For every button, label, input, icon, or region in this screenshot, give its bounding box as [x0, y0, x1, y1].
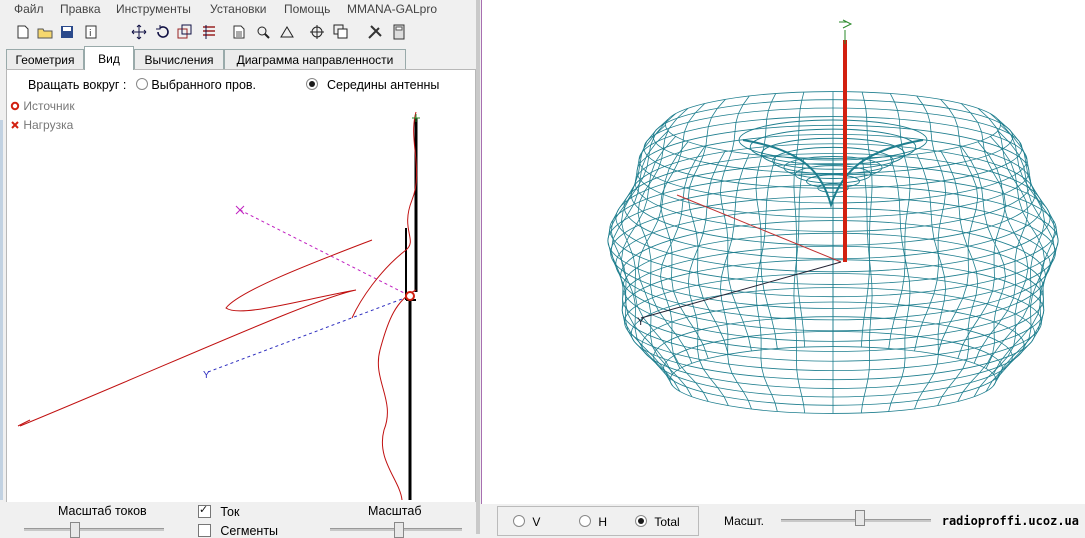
radio-mode-total[interactable]: [635, 515, 647, 527]
radio-mode-v[interactable]: [513, 515, 525, 527]
mode-total-label: Total: [654, 515, 680, 529]
pattern-3d-window: Y: [481, 0, 1085, 534]
current-checkbox-label: Ток: [220, 505, 240, 519]
pattern-mesh: [607, 91, 1059, 414]
radio-mode-h[interactable]: [579, 515, 591, 527]
mmana-window: Файл Правка Инструменты Установки Помощь…: [0, 0, 476, 538]
pattern-scale-label: Масшт.: [724, 514, 764, 528]
y-axis-label: Y: [203, 370, 210, 381]
tab-view[interactable]: Вид: [84, 46, 134, 70]
pattern-scale-thumb[interactable]: [855, 510, 865, 526]
current-scale-label: Масштаб токов: [58, 504, 147, 518]
segments-checkbox[interactable]: [198, 524, 211, 537]
watermark: radioproffi.ucoz.ua: [941, 514, 1079, 528]
view-controls-bar: Масштаб токов Ток Сегменты Масштаб: [0, 502, 476, 538]
source-point-marker: [405, 291, 415, 301]
current-checkbox-row: Ток: [198, 503, 240, 519]
mode-h-row: H: [579, 515, 607, 529]
radiation-pattern-3d[interactable]: Y: [481, 0, 1085, 504]
mode-v-row: V: [513, 515, 540, 529]
current-scale-thumb[interactable]: [70, 522, 80, 538]
pattern-y-label: Y: [637, 316, 645, 328]
current-lobe-curve: [19, 239, 373, 427]
segments-checkbox-row: Сегменты: [198, 524, 278, 538]
pattern-z-marker: [839, 19, 853, 29]
scale-thumb[interactable]: [394, 522, 404, 538]
pattern-y-axis: [640, 261, 842, 319]
window-divider: [476, 0, 480, 534]
scale-label: Масштаб: [368, 504, 422, 518]
pattern-x-axis: [676, 194, 842, 263]
mode-total-row: Total: [635, 515, 680, 529]
mode-h-label: H: [598, 515, 608, 529]
current-scale-track[interactable]: [24, 528, 164, 531]
x-axis-marker: [235, 205, 245, 215]
mode-v-label: V: [532, 515, 541, 529]
antenna-geometry-view[interactable]: Y: [0, 0, 476, 534]
current-checkbox[interactable]: [198, 503, 211, 518]
top-axis-marker: [412, 114, 420, 122]
segments-checkbox-label: Сегменты: [220, 524, 279, 538]
pattern-window-border: [481, 0, 482, 534]
